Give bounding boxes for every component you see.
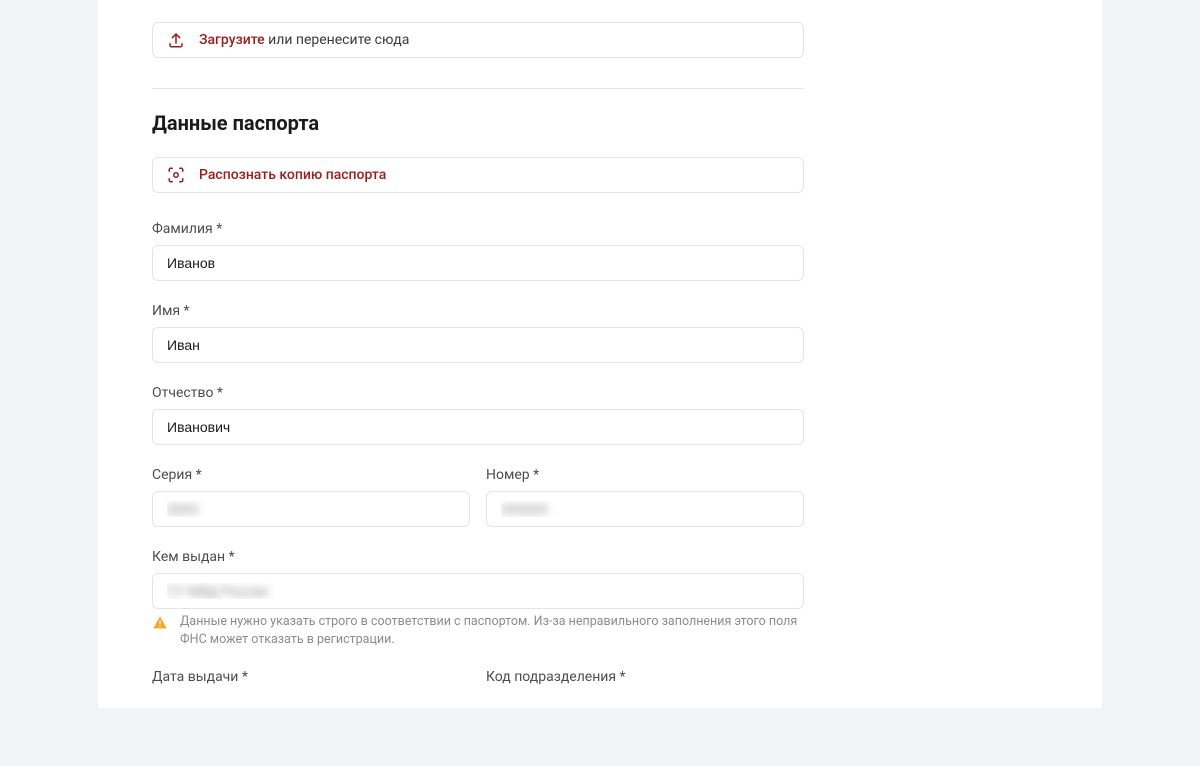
section-title: Данные паспорта <box>152 111 804 135</box>
warning-text: Данные нужно указать строго в соответств… <box>180 613 804 649</box>
number-input[interactable] <box>486 491 804 527</box>
patronymic-label: Отчество * <box>152 385 804 401</box>
form-card: Загрузите или перенесите сюда Данные пас… <box>98 0 1102 708</box>
recognize-label: Распознать копию паспорта <box>199 167 386 183</box>
upload-label: Загрузите или перенесите сюда <box>199 32 409 48</box>
issued-by-label: Кем выдан * <box>152 549 804 565</box>
warning-icon <box>152 615 168 631</box>
series-label: Серия * <box>152 467 470 483</box>
number-label: Номер * <box>486 467 804 483</box>
upload-icon <box>167 31 185 49</box>
patronymic-input[interactable] <box>152 409 804 445</box>
scan-icon <box>167 166 185 184</box>
upload-dropzone[interactable]: Загрузите или перенесите сюда <box>152 22 804 58</box>
issued-by-input[interactable] <box>152 573 804 609</box>
surname-label: Фамилия * <box>152 221 804 237</box>
section-divider <box>152 88 804 89</box>
series-input[interactable] <box>152 491 470 527</box>
surname-input[interactable] <box>152 245 804 281</box>
recognize-passport-button[interactable]: Распознать копию паспорта <box>152 157 804 193</box>
name-label: Имя * <box>152 303 804 319</box>
issue-date-label: Дата выдачи * <box>152 669 470 685</box>
name-input[interactable] <box>152 327 804 363</box>
dept-code-label: Код подразделения * <box>486 669 804 685</box>
issued-by-warning: Данные нужно указать строго в соответств… <box>152 613 804 649</box>
